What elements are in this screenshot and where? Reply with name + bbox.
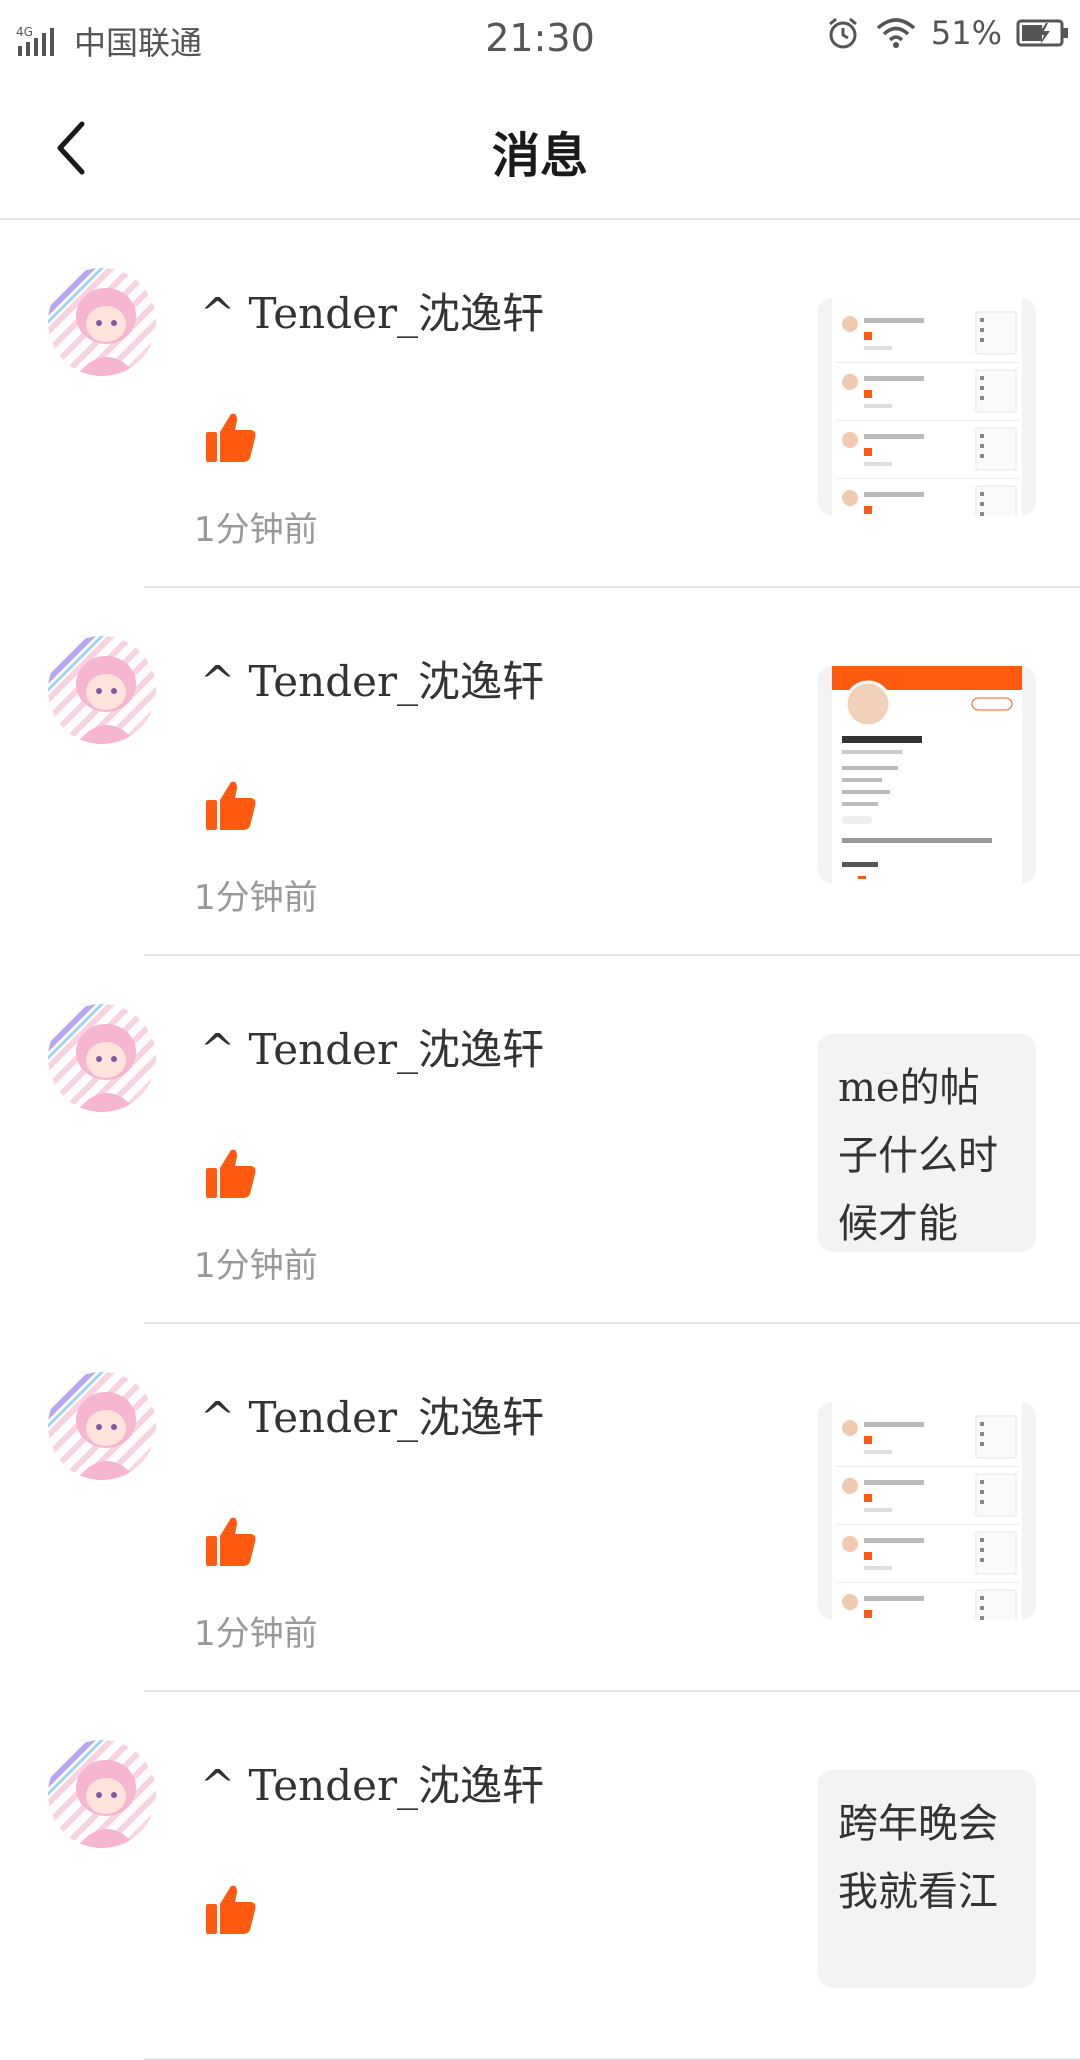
battery-charging-icon xyxy=(1016,19,1068,47)
avatar[interactable] xyxy=(48,268,156,376)
list-item[interactable]: ^ Tender_沈逸轩 1分钟前 xyxy=(0,588,1080,956)
username[interactable]: ^ Tender_沈逸轩 xyxy=(200,648,544,709)
post-excerpt: 跨年晚会我就看江 xyxy=(838,1801,998,1915)
message-list[interactable]: ^ Tender_沈逸轩 1分钟前 ^ Tender_沈逸轩 1分钟前 ^ Te… xyxy=(0,220,1080,2060)
avatar[interactable] xyxy=(48,1372,156,1480)
status-right: 51% xyxy=(825,14,1070,52)
thumbs-up-icon xyxy=(204,410,258,464)
alarm-icon xyxy=(828,17,857,49)
battery-percent: 51% xyxy=(930,14,1002,52)
avatar[interactable] xyxy=(48,1004,156,1112)
username[interactable]: ^ Tender_沈逸轩 xyxy=(200,280,544,341)
timestamp: 1分钟前 xyxy=(194,1246,318,1286)
list-item[interactable]: ^ Tender_沈逸轩 跨年晚会我就看江 xyxy=(0,1692,1080,2060)
list-item[interactable]: ^ Tender_沈逸轩 1分钟前 xyxy=(0,220,1080,588)
thumbs-up-icon xyxy=(204,1882,258,1936)
post-thumbnail[interactable] xyxy=(818,298,1036,516)
page-title: 消息 xyxy=(491,128,588,184)
nav-header: 消息 xyxy=(0,78,1080,220)
timestamp: 1分钟前 xyxy=(194,510,318,550)
thumbs-up-icon xyxy=(204,1146,258,1200)
status-bar: 4G 中国联通 21:30 51% xyxy=(0,0,1080,78)
username[interactable]: ^ Tender_沈逸轩 xyxy=(200,1384,544,1445)
avatar[interactable] xyxy=(48,636,156,744)
thumbs-up-icon xyxy=(204,778,258,832)
username[interactable]: ^ Tender_沈逸轩 xyxy=(200,1752,544,1813)
wifi-icon xyxy=(876,18,916,48)
post-thumbnail[interactable] xyxy=(818,1402,1036,1620)
post-excerpt: me的帖子什么时候才能到… xyxy=(838,1065,998,1247)
thumbs-up-icon xyxy=(204,1514,258,1568)
timestamp: 1分钟前 xyxy=(194,878,318,918)
list-item[interactable]: ^ Tender_沈逸轩 1分钟前 xyxy=(0,1324,1080,1692)
timestamp: 1分钟前 xyxy=(194,1614,318,1654)
post-thumbnail[interactable] xyxy=(818,666,1036,884)
username[interactable]: ^ Tender_沈逸轩 xyxy=(200,1016,544,1077)
list-item[interactable]: ^ Tender_沈逸轩 1分钟前 me的帖子什么时候才能到… xyxy=(0,956,1080,1324)
avatar[interactable] xyxy=(48,1740,156,1848)
